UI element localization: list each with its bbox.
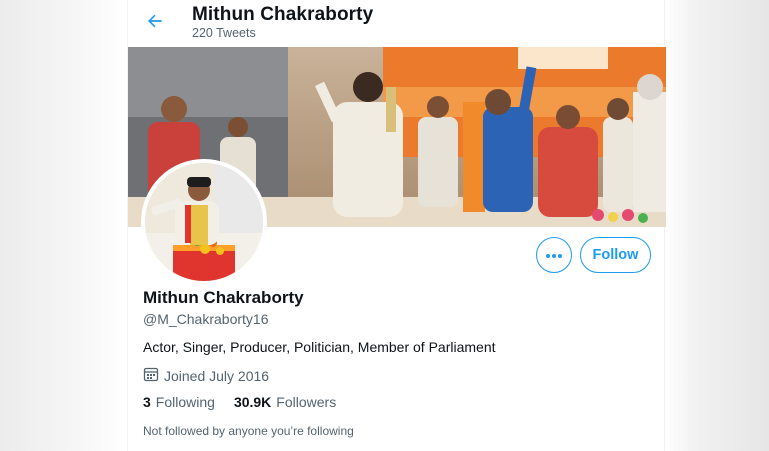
following-label: Following: [155, 394, 215, 410]
follow-context: Not followed by anyone you’re following: [143, 424, 354, 438]
more-button[interactable]: [536, 237, 572, 273]
calendar-icon: [143, 366, 164, 385]
follow-stats: 3 Following 30.9K Followers: [143, 394, 355, 410]
tweet-count: 220 Tweets: [192, 26, 256, 40]
followers-link[interactable]: 30.9K Followers: [234, 394, 336, 410]
profile-handle: @M_Chakraborty16: [143, 311, 269, 327]
profile-column: Mithun Chakraborty 220 Tweets Follow Mit…: [127, 0, 666, 451]
arrow-left-icon: [145, 11, 165, 36]
following-link[interactable]: 3 Following: [143, 394, 215, 410]
joined-text: Joined July 2016: [164, 367, 270, 384]
avatar[interactable]: [141, 159, 267, 285]
followers-label: Followers: [276, 394, 337, 410]
following-count: 3: [143, 394, 151, 410]
profile-name: Mithun Chakraborty: [143, 288, 304, 307]
followers-count: 30.9K: [233, 394, 272, 410]
background-left: [0, 0, 127, 451]
more-horizontal-icon: [545, 246, 563, 264]
background-right: [665, 0, 769, 451]
header-title: Mithun Chakraborty: [192, 4, 374, 25]
profile-bio: Actor, Singer, Producer, Politician, Mem…: [143, 339, 496, 355]
back-button[interactable]: [140, 8, 170, 38]
joined-date: Joined July 2016: [143, 366, 269, 385]
follow-button[interactable]: Follow: [580, 237, 651, 273]
